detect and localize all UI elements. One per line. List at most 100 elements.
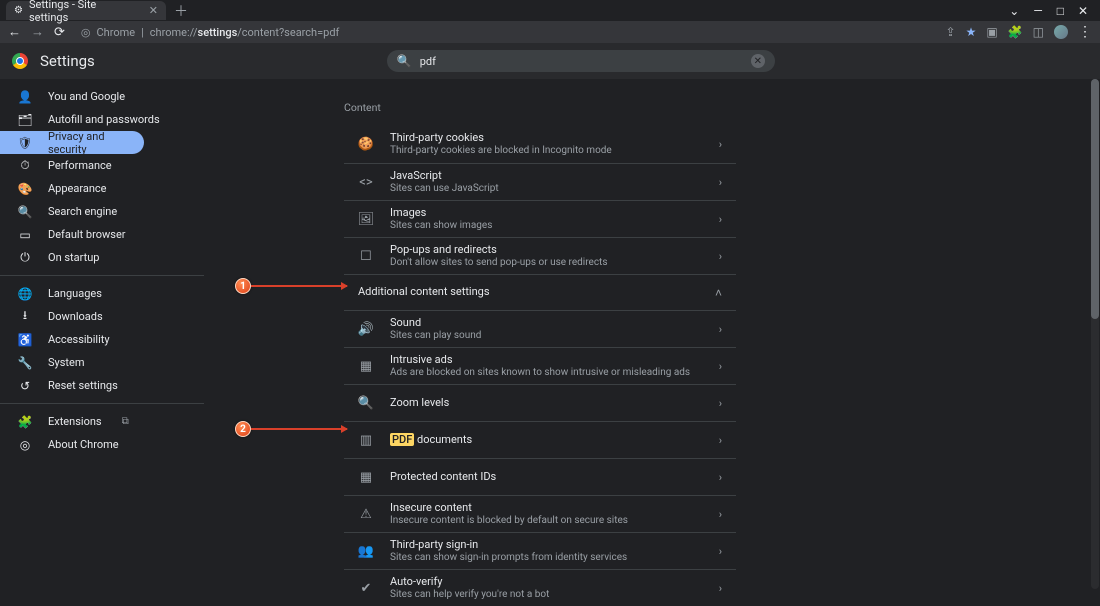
sidebar-item-performance[interactable]: ⏱Performance: [0, 154, 204, 177]
chrome-logo-icon: [12, 53, 28, 69]
search-icon: 🔍: [18, 205, 32, 219]
back-button[interactable]: ←: [8, 24, 21, 40]
chevron-right-icon: ›: [719, 138, 722, 151]
row-pdf-documents[interactable]: ▥ PDF documents ›: [344, 421, 736, 458]
extensions-puzzle-icon[interactable]: 🧩: [1008, 25, 1023, 39]
sidebar-item-downloads[interactable]: ⭳Downloads: [0, 305, 204, 328]
verify-icon: ✔: [358, 581, 374, 596]
row-auto-verify[interactable]: ✔ Auto-verify Sites can help verify you'…: [344, 569, 736, 606]
sidebar-item-autofill[interactable]: 🗂Autofill and passwords: [0, 108, 204, 131]
row-zoom-levels[interactable]: 🔍 Zoom levels ›: [344, 384, 736, 421]
row-third-party-cookies[interactable]: 🍪 Third-party cookies Third-party cookie…: [344, 126, 736, 163]
sidebar-item-accessibility[interactable]: ♿Accessibility: [0, 328, 204, 351]
bookmark-star-icon[interactable]: ★: [966, 25, 977, 39]
omnibox[interactable]: ◎ Chrome | chrome://settings/content?sea…: [81, 26, 936, 39]
scrollbar-thumb[interactable]: [1091, 79, 1099, 319]
signin-icon: 👥: [358, 544, 374, 559]
forward-button[interactable]: →: [31, 24, 44, 40]
url-host: Chrome: [97, 26, 136, 39]
sidebar-item-you-and-google[interactable]: 👤You and Google: [0, 85, 204, 108]
browser-icon: ▭: [18, 228, 32, 242]
chrome-icon: ◎: [18, 438, 32, 452]
sidebar-item-about[interactable]: ◎About Chrome: [0, 433, 204, 456]
popup-icon: ☐: [358, 249, 374, 264]
side-panel-icon[interactable]: ◫: [1033, 25, 1044, 39]
sound-icon: 🔊: [358, 322, 374, 337]
reset-icon: ↺: [18, 379, 32, 393]
shield-icon: 🛡: [18, 136, 32, 150]
row-third-party-signin[interactable]: 👥 Third-party sign-in Sites can show sig…: [344, 532, 736, 569]
autofill-icon: 🗂: [18, 113, 32, 127]
browser-menu-icon[interactable]: ⋮: [1078, 24, 1092, 40]
sidebar-item-languages[interactable]: 🌐Languages: [0, 282, 204, 305]
puzzle-icon: 🧩: [18, 415, 32, 429]
sidebar-item-on-startup[interactable]: ⏻On startup: [0, 246, 204, 269]
window-titlebar: ⚙ Settings - Site settings ✕ ＋ ⌄ ― □ ✕: [0, 0, 1100, 21]
sidebar-item-default-browser[interactable]: ▭Default browser: [0, 223, 204, 246]
sidebar-item-system[interactable]: 🔧System: [0, 351, 204, 374]
chevron-right-icon: ›: [719, 360, 722, 373]
sidebar-item-appearance[interactable]: 🎨Appearance: [0, 177, 204, 200]
row-intrusive-ads[interactable]: ▦ Intrusive ads Ads are blocked on sites…: [344, 347, 736, 384]
image-icon: 🖼: [358, 212, 374, 227]
browser-tab[interactable]: ⚙ Settings - Site settings ✕: [6, 1, 166, 20]
zoom-icon: 🔍: [358, 396, 374, 411]
speedometer-icon: ⏱: [18, 158, 32, 173]
pdf-icon: ▥: [358, 433, 374, 448]
clear-search-icon[interactable]: ✕: [751, 54, 765, 68]
pdf-row-label: PDF documents: [390, 434, 703, 447]
row-images[interactable]: 🖼 Images Sites can show images ›: [344, 200, 736, 237]
row-insecure-content[interactable]: ⚠ Insecure content Insecure content is b…: [344, 495, 736, 532]
sidebar-divider: [0, 275, 204, 276]
paint-icon: 🎨: [18, 182, 32, 196]
download-icon: ⭳: [18, 306, 32, 327]
maximize-icon[interactable]: □: [1057, 4, 1064, 18]
settings-header: Settings 🔍 pdf ✕: [0, 43, 1100, 79]
row-popups[interactable]: ☐ Pop-ups and redirects Don't allow site…: [344, 237, 736, 274]
chevron-right-icon: ›: [719, 434, 722, 447]
chevron-right-icon: ›: [719, 545, 722, 558]
settings-sidebar: 👤You and Google 🗂Autofill and passwords …: [0, 79, 204, 596]
share-icon[interactable]: ⇪: [946, 25, 956, 39]
sidebar-item-search-engine[interactable]: 🔍Search engine: [0, 200, 204, 223]
chevron-down-icon[interactable]: ⌄: [1009, 4, 1019, 18]
row-sound[interactable]: 🔊 Sound Sites can play sound ›: [344, 310, 736, 347]
external-link-icon: ⧉: [122, 416, 129, 427]
chrome-page-icon: ◎: [81, 26, 91, 39]
chevron-right-icon: ›: [719, 471, 722, 484]
person-icon: 👤: [18, 90, 32, 104]
section-label-content: Content: [344, 101, 736, 114]
code-icon: <>: [358, 175, 374, 190]
wrench-icon: 🔧: [18, 356, 32, 370]
settings-search[interactable]: 🔍 pdf ✕: [387, 50, 775, 72]
accessibility-icon: ♿: [18, 333, 32, 347]
close-window-icon[interactable]: ✕: [1078, 4, 1088, 18]
chevron-right-icon: ›: [719, 176, 722, 189]
sidebar-item-extensions[interactable]: 🧩Extensions⧉: [0, 410, 204, 433]
content-column: Content 🍪 Third-party cookies Third-part…: [344, 79, 736, 596]
globe-icon: 🌐: [18, 287, 32, 301]
ads-icon: ▦: [358, 359, 374, 374]
row-javascript[interactable]: <> JavaScript Sites can use JavaScript ›: [344, 163, 736, 200]
search-input[interactable]: pdf: [420, 55, 743, 68]
gear-icon: ⚙: [14, 5, 23, 16]
chevron-up-icon: ˄: [715, 286, 722, 300]
sidebar-item-reset[interactable]: ↺Reset settings: [0, 374, 204, 397]
reload-button[interactable]: ⟳: [54, 25, 65, 40]
minimize-icon[interactable]: ―: [1033, 4, 1042, 18]
sidebar-item-privacy-security[interactable]: 🛡Privacy and security: [0, 131, 144, 154]
chevron-right-icon: ›: [719, 508, 722, 521]
search-icon: 🔍: [397, 54, 412, 68]
cookie-icon: 🍪: [358, 137, 374, 152]
chevron-right-icon: ›: [719, 582, 722, 595]
warning-icon: ⚠: [358, 507, 374, 522]
new-tab-button[interactable]: ＋: [174, 1, 188, 21]
row-additional-content-settings[interactable]: Additional content settings ˄: [344, 274, 736, 310]
extension-icon[interactable]: ▣: [986, 25, 997, 39]
row-protected-content[interactable]: ▦ Protected content IDs ›: [344, 458, 736, 495]
close-tab-icon[interactable]: ✕: [149, 4, 158, 17]
power-icon: ⏻: [18, 250, 32, 265]
page-title: Settings: [40, 52, 95, 70]
profile-avatar[interactable]: [1054, 25, 1068, 39]
protected-icon: ▦: [358, 470, 374, 485]
